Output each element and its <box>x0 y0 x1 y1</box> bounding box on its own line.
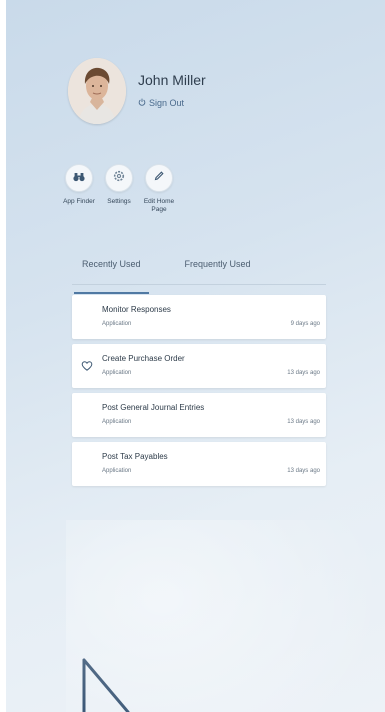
list-item[interactable]: Post Tax Payables Application 13 days ag… <box>72 442 326 486</box>
pencil-icon <box>153 169 165 187</box>
gear-icon <box>113 169 125 187</box>
item-title: Post General Journal Entries <box>102 403 205 412</box>
settings-label: Settings <box>107 198 131 205</box>
tab-frequently-used[interactable]: Frequently Used <box>175 258 261 284</box>
power-icon <box>138 98 146 108</box>
app-finder-action[interactable]: App Finder <box>59 164 99 214</box>
recent-items-list: Monitor Responses Application 9 days ago… <box>72 295 326 486</box>
item-type: Application <box>102 321 132 327</box>
item-title: Post Tax Payables <box>102 452 168 461</box>
recent-frequent-tabs: Recently Used Frequently Used <box>72 258 326 294</box>
settings-button[interactable] <box>105 164 133 192</box>
list-item[interactable]: Create Purchase Order Application 13 day… <box>72 344 326 388</box>
item-time: 13 days ago <box>287 419 320 425</box>
item-time: 9 days ago <box>290 321 320 327</box>
item-time: 13 days ago <box>287 468 320 474</box>
mouse-cursor-icon <box>80 658 140 712</box>
item-type: Application <box>102 419 132 425</box>
sign-out-label: Sign Out <box>149 98 185 108</box>
app-finder-label: App Finder <box>63 198 95 205</box>
me-area-panel: John Miller Sign Out App Finder Settings… <box>6 0 385 712</box>
edit-home-page-button[interactable] <box>145 164 173 192</box>
action-bar: App Finder Settings Edit Home Page <box>59 164 179 214</box>
item-title: Monitor Responses <box>102 305 171 314</box>
item-title: Create Purchase Order <box>102 354 185 363</box>
item-type: Application <box>102 370 132 376</box>
app-finder-button[interactable] <box>65 164 93 192</box>
favorite-heart-icon[interactable] <box>81 359 93 371</box>
binoculars-icon <box>73 169 85 187</box>
edit-home-page-label: Edit Home Page <box>143 198 175 213</box>
list-item[interactable]: Post General Journal Entries Application… <box>72 393 326 437</box>
edit-home-page-action[interactable]: Edit Home Page <box>139 164 179 214</box>
sign-out-link[interactable]: Sign Out <box>138 98 184 108</box>
item-time: 13 days ago <box>287 370 320 376</box>
tab-recently-used[interactable]: Recently Used <box>72 258 151 294</box>
item-type: Application <box>102 468 132 474</box>
settings-action[interactable]: Settings <box>99 164 139 214</box>
avatar[interactable] <box>68 58 126 124</box>
user-name: John Miller <box>138 72 206 88</box>
list-item[interactable]: Monitor Responses Application 9 days ago <box>72 295 326 339</box>
